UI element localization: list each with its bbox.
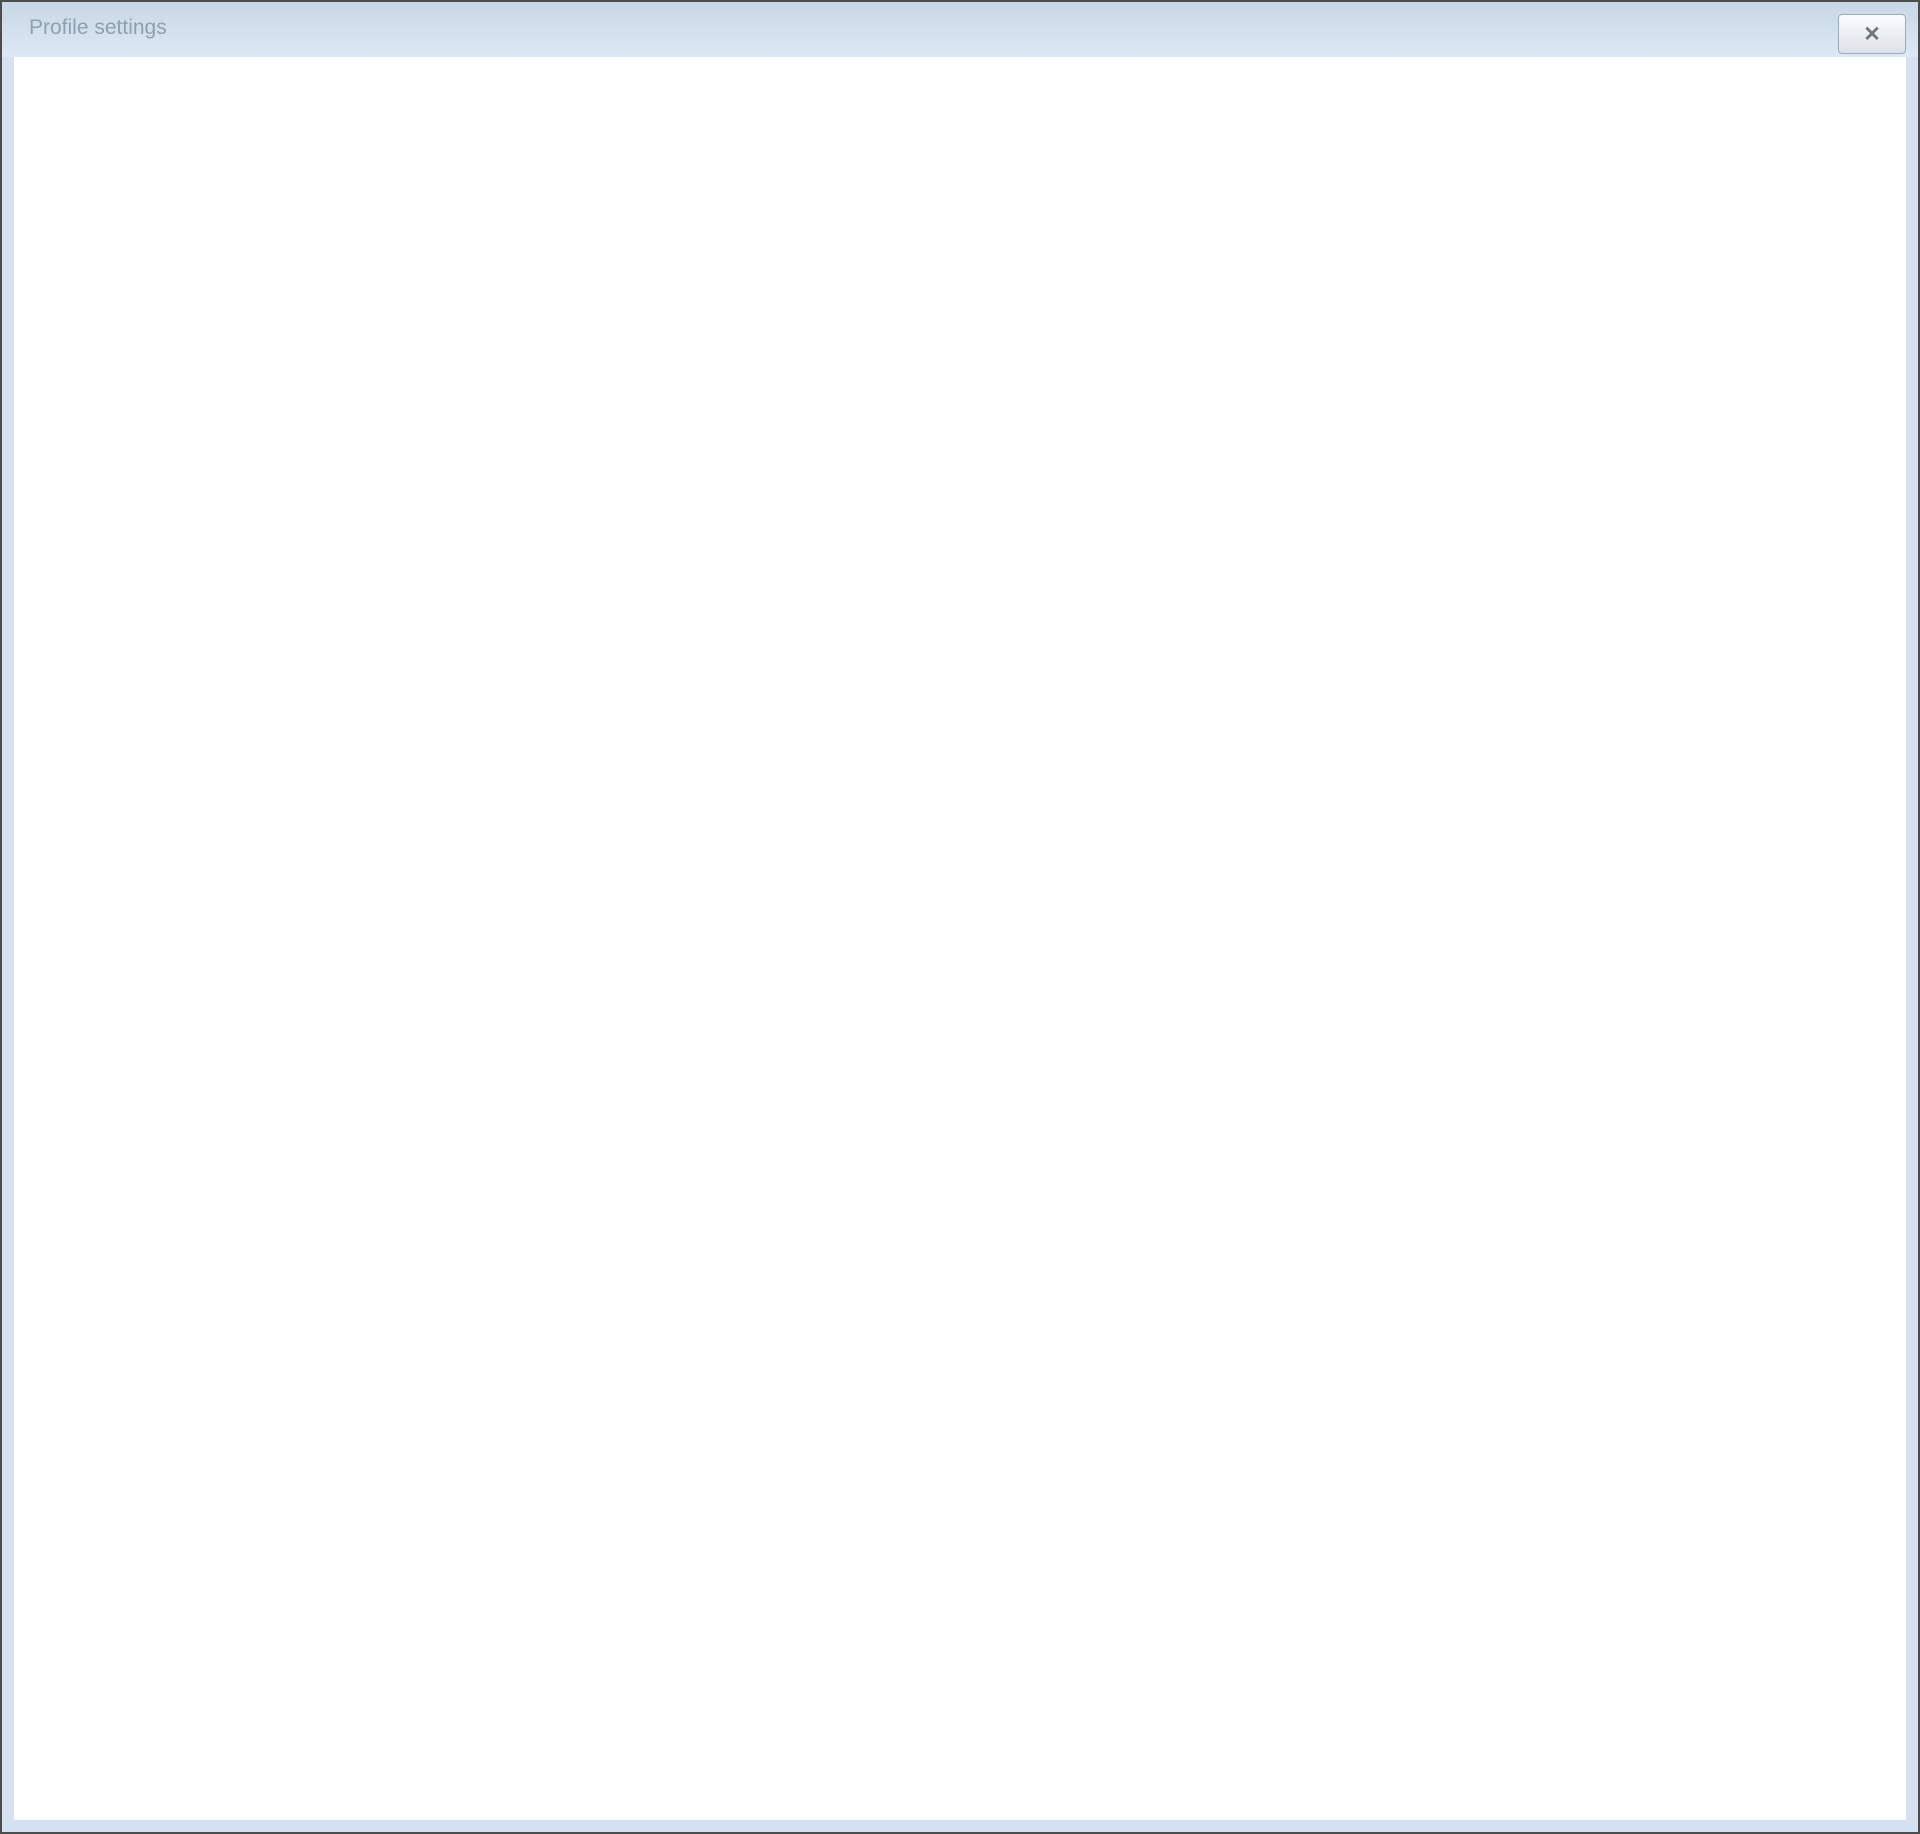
window-frame-bottom bbox=[2, 1820, 1918, 1832]
close-button[interactable]: ✕ bbox=[1838, 14, 1906, 54]
window-title: Profile settings bbox=[29, 16, 167, 40]
close-icon: ✕ bbox=[1863, 22, 1881, 47]
profile-settings-dialog: Profile settings ✕ Set up profile Sort a… bbox=[0, 0, 1920, 1834]
window-frame-left bbox=[2, 57, 14, 1832]
window-frame-right bbox=[1906, 57, 1918, 1832]
dialog-content bbox=[14, 57, 1906, 1820]
titlebar: Profile settings ✕ bbox=[2, 2, 1918, 57]
